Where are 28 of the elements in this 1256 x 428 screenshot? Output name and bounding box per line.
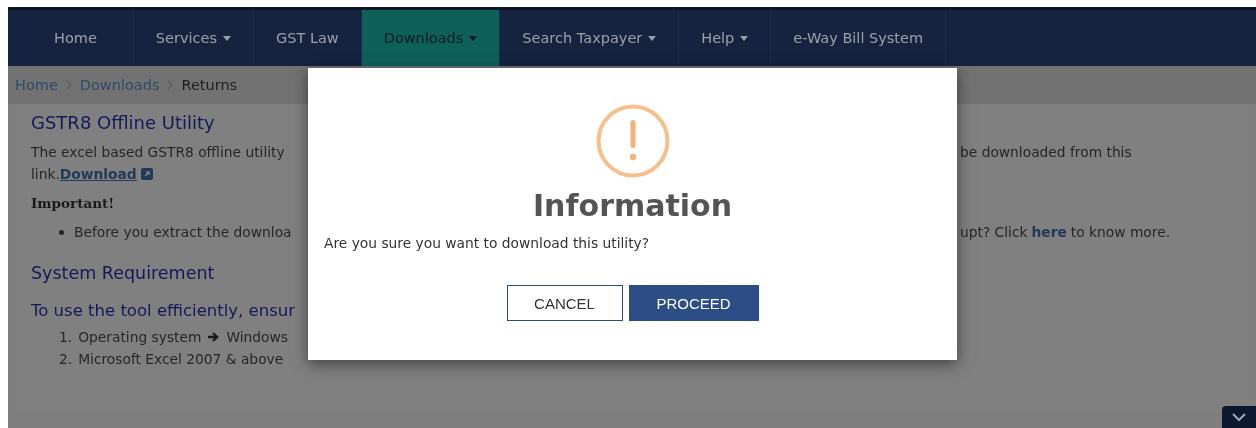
proceed-button[interactable]: PROCEED [628,285,759,321]
intro-text: be downloaded from this [960,143,1132,162]
list-number: 2. [59,350,73,369]
bullet-icon [59,229,64,235]
important-label: Important! [31,195,115,211]
external-link-icon [140,168,153,180]
requirement-intro: To use the tool efficiently, ensur [31,301,295,320]
cancel-button[interactable]: CANCEL [506,285,623,321]
list-item-text: Operating system [78,328,202,347]
intro-text: The excel based GSTR8 offline utility [31,144,285,160]
dialog-message: Are you sure you want to download this utility? [324,235,650,251]
intro-text: link. [31,165,60,184]
list-item-text: Microsoft Excel 2007 & above [78,350,284,369]
warning-icon [595,104,670,178]
chevron-down-icon [1232,412,1246,422]
scroll-down-button[interactable] [1222,406,1256,428]
bullet-text: upt? Click [960,223,1028,242]
breadcrumb-current: Returns [181,77,238,93]
chevron-icon [65,80,72,90]
arrow-icon [207,331,221,343]
section-heading: System Requirement [31,263,215,283]
list-item-text: Windows [226,328,288,347]
bullet-text: to know more. [1070,223,1171,242]
list-number: 1. [59,328,73,347]
bullet-text: Before you extract the downloa [74,223,292,242]
dialog-title: Information [532,188,733,223]
chevron-icon [167,80,174,90]
section-heading: GSTR8 Offline Utility [31,112,215,133]
